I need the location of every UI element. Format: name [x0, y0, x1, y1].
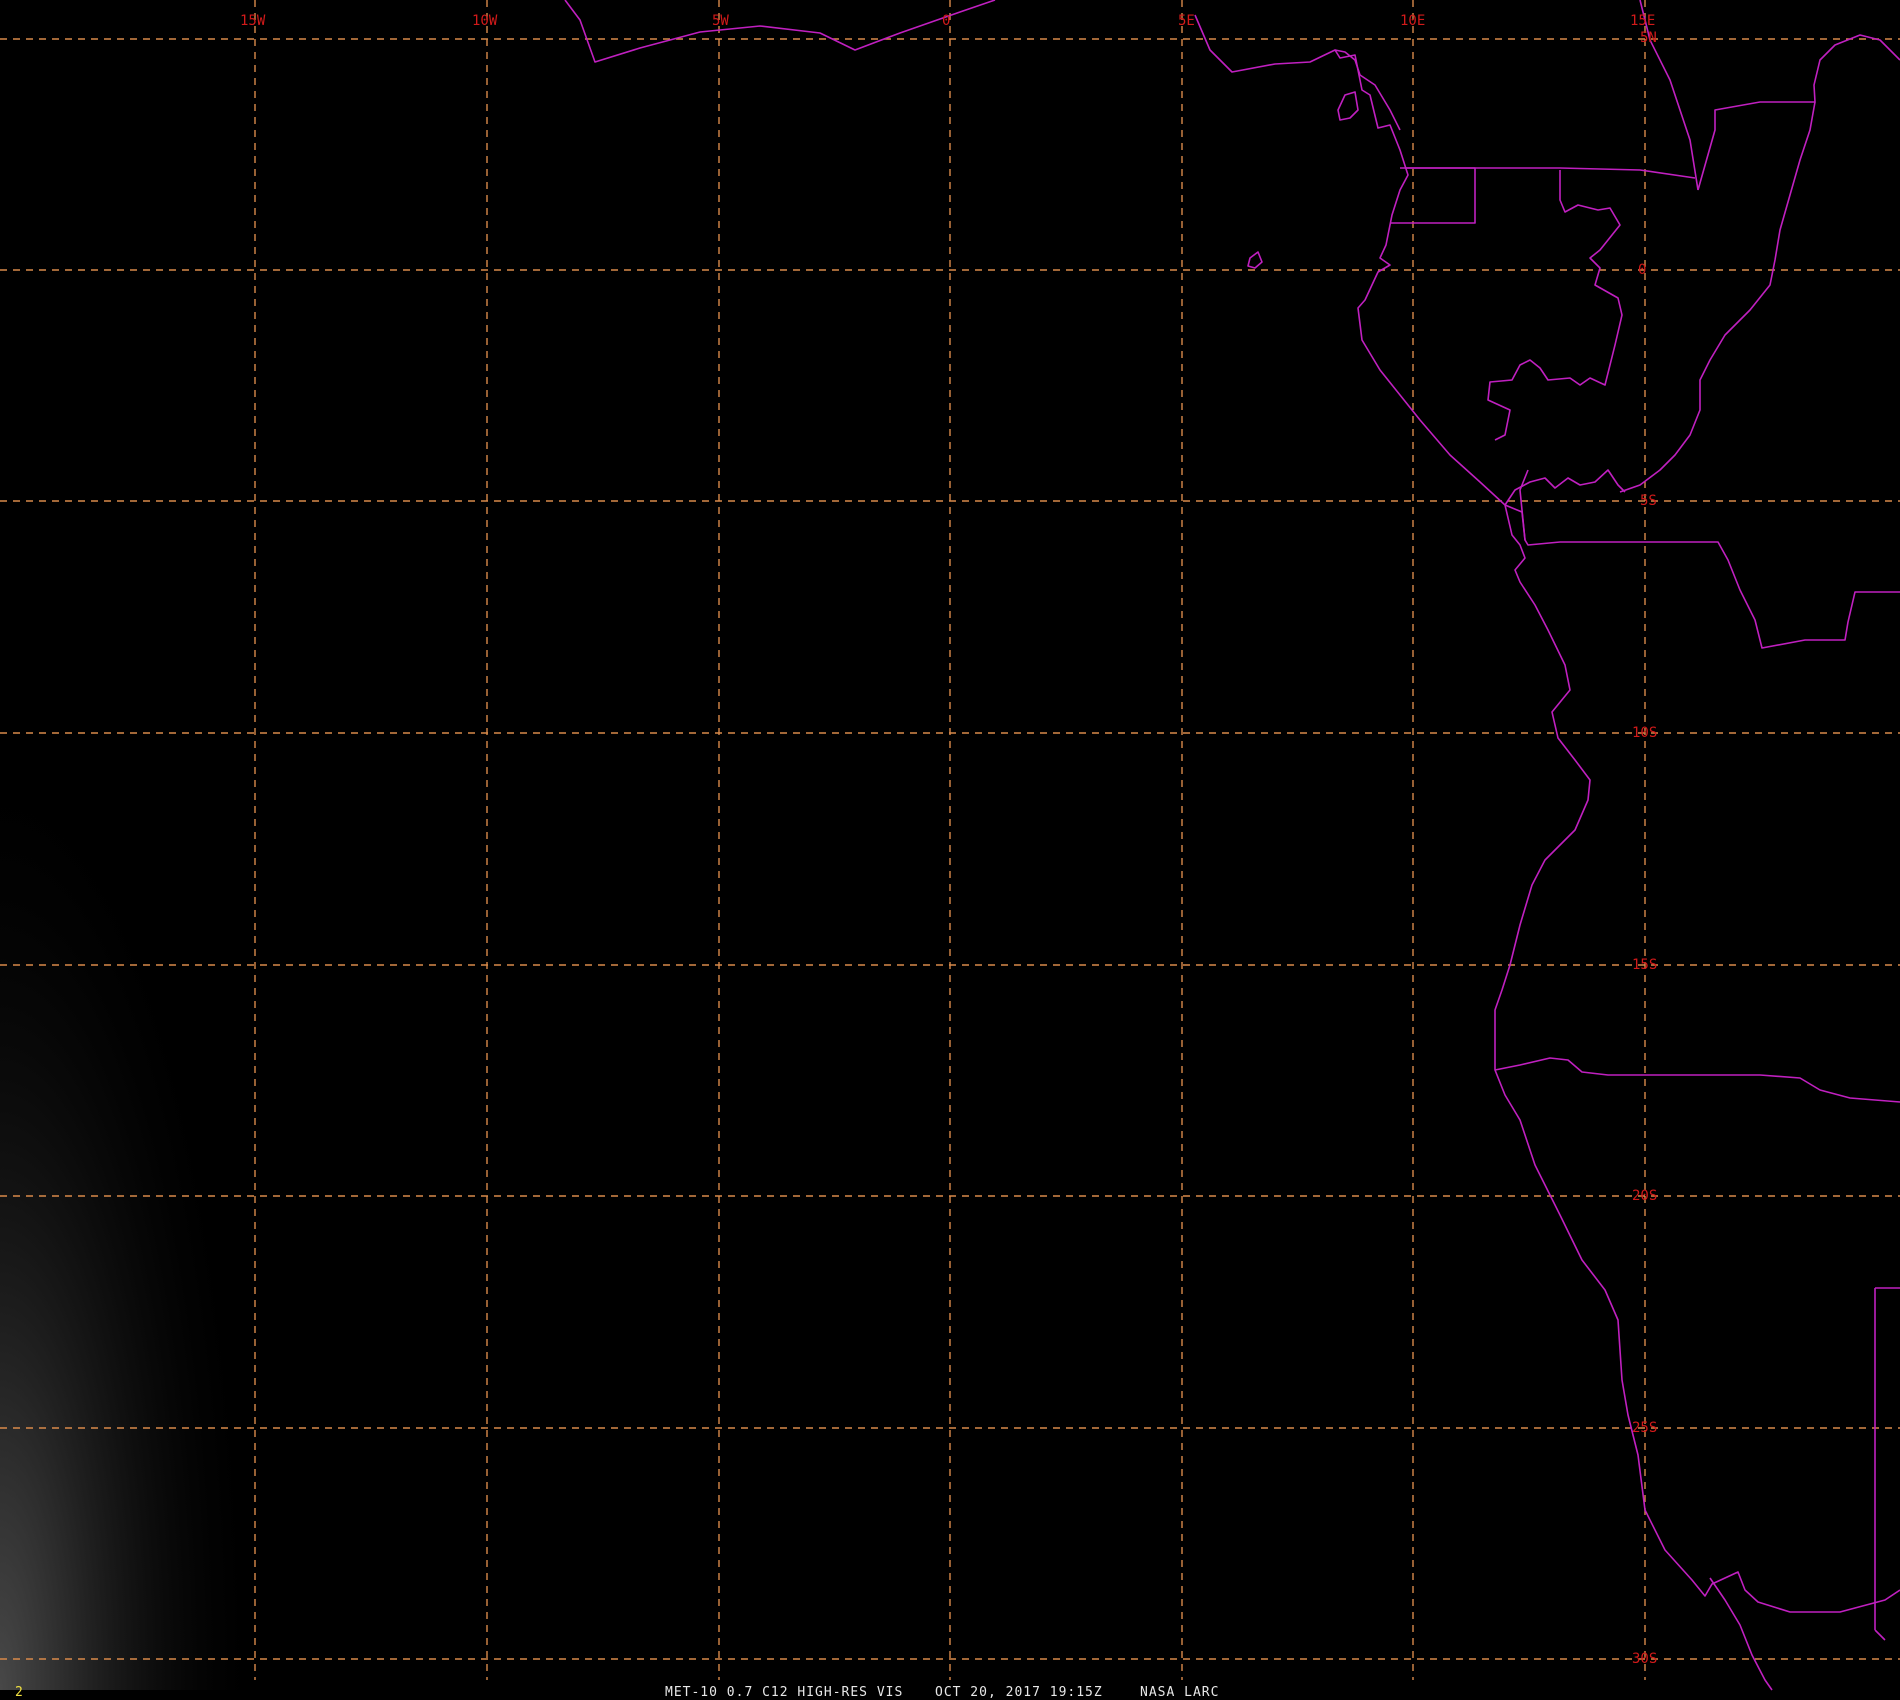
lat-label-25s: 25S — [1632, 1420, 1657, 1436]
lon-label-10w: 10W — [472, 13, 498, 29]
lon-label-0: 0 — [942, 13, 950, 29]
lat-label-30s: 30S — [1632, 1651, 1657, 1667]
frame-number: 2 — [15, 1685, 23, 1700]
image-source: NASA LARC — [1140, 1685, 1219, 1700]
lat-label-20s: 20S — [1632, 1188, 1657, 1204]
lat-label-15s: 15S — [1632, 957, 1657, 973]
image-datetime: OCT 20, 2017 19:15Z — [935, 1685, 1103, 1700]
lat-label-0: 0 — [1638, 262, 1646, 278]
lon-label-5e: 5E — [1178, 13, 1195, 29]
sunlit-cloud-region — [0, 730, 260, 1690]
lon-label-10e: 10E — [1400, 13, 1425, 29]
lon-label-15w: 15W — [240, 13, 266, 29]
satellite-map-view: 15W 10W 5W 0 5E 10E 15E 5N 0 5S 10S 15S … — [0, 0, 1900, 1700]
lat-label-10s: 10S — [1632, 725, 1657, 741]
satellite-channel-label: MET-10 0.7 C12 HIGH-RES VIS — [665, 1685, 903, 1700]
map-canvas: 15W 10W 5W 0 5E 10E 15E 5N 0 5S 10S 15S … — [0, 0, 1900, 1700]
lat-label-5s: 5S — [1640, 493, 1657, 509]
lon-label-15e: 15E — [1630, 13, 1655, 29]
lon-label-5w: 5W — [712, 13, 729, 29]
lat-label-5n: 5N — [1640, 30, 1657, 46]
